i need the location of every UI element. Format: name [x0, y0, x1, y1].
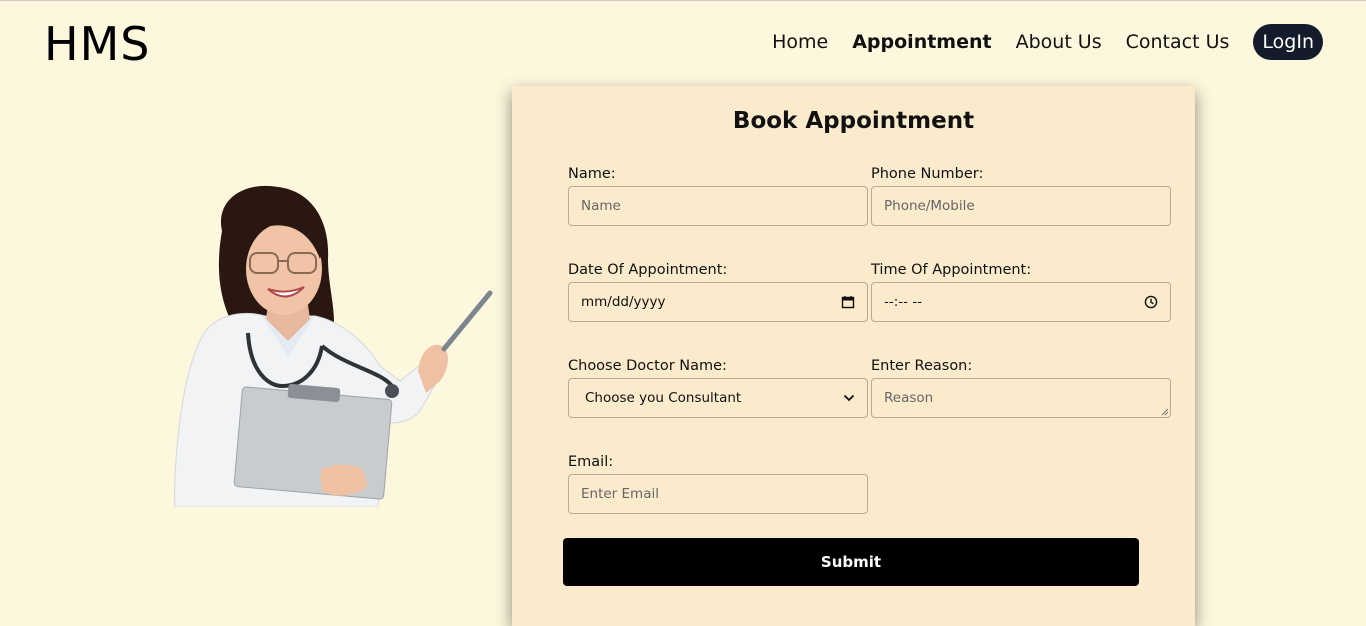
date-value: mm/dd/yyyy [581, 294, 666, 310]
nav-home[interactable]: Home [772, 31, 828, 53]
email-input[interactable]: Enter Email [568, 474, 868, 514]
nav-contact-us[interactable]: Contact Us [1126, 31, 1230, 53]
name-label: Name: [568, 166, 616, 182]
chevron-down-icon[interactable] [843, 394, 855, 402]
doctor-label: Choose Doctor Name: [568, 358, 727, 374]
doctor-select[interactable]: Choose you Consultant [568, 378, 868, 418]
appointment-form-card: Book Appointment Name: Name Phone Number… [512, 86, 1195, 626]
submit-button[interactable]: Submit [563, 538, 1139, 586]
email-placeholder: Enter Email [581, 486, 659, 502]
resize-grip-icon[interactable] [1161, 408, 1169, 416]
main-nav: Home Appointment About Us Contact Us Log… [748, 23, 1323, 60]
date-input[interactable]: mm/dd/yyyy [568, 282, 868, 322]
doctor-selected-value: Choose you Consultant [585, 390, 742, 406]
email-label: Email: [568, 454, 614, 470]
doctor-illustration [174, 185, 493, 507]
name-placeholder: Name [581, 198, 621, 214]
phone-input[interactable]: Phone/Mobile [871, 186, 1171, 226]
form-title: Book Appointment [732, 108, 975, 134]
calendar-icon[interactable] [841, 295, 855, 309]
reason-label: Enter Reason: [871, 358, 973, 374]
phone-placeholder: Phone/Mobile [884, 198, 975, 214]
date-label: Date Of Appointment: [568, 262, 728, 278]
time-input[interactable]: --:-- -- [871, 282, 1171, 322]
phone-label: Phone Number: [871, 166, 984, 182]
nav-appointment[interactable]: Appointment [852, 31, 991, 53]
time-value: --:-- -- [884, 294, 923, 310]
reason-textarea[interactable]: Reason [871, 378, 1171, 418]
time-label: Time Of Appointment: [871, 262, 1032, 278]
reason-placeholder: Reason [884, 390, 934, 406]
site-logo[interactable]: HMS [44, 17, 150, 71]
name-input[interactable]: Name [568, 186, 868, 226]
nav-about-us[interactable]: About Us [1016, 31, 1102, 53]
login-button[interactable]: LogIn [1253, 23, 1323, 60]
clock-icon[interactable] [1144, 295, 1158, 309]
